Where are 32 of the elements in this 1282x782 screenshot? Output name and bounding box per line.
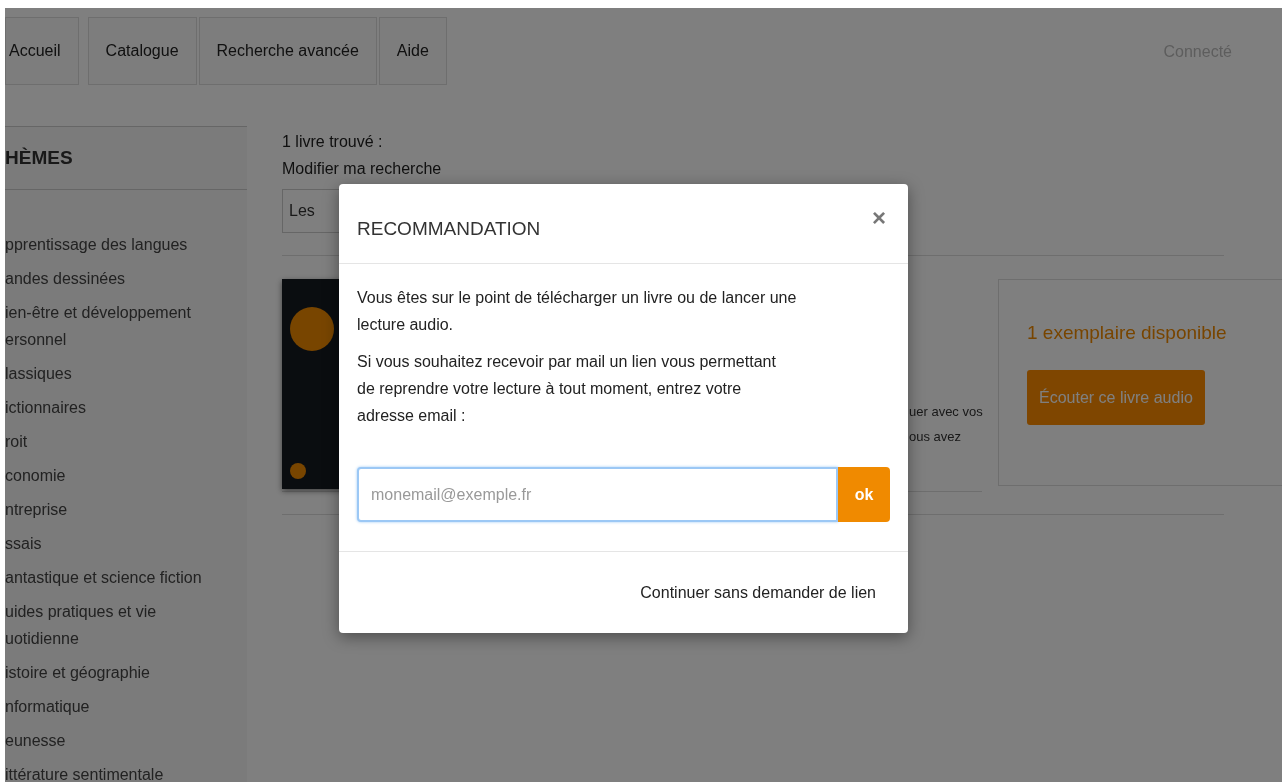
availability-text: 1 exemplaire disponible xyxy=(1027,322,1228,344)
ok-button[interactable]: ok xyxy=(838,467,890,522)
modify-search-link[interactable]: Modifier ma recherche xyxy=(282,155,1282,182)
result-count: 1 livre trouvé : xyxy=(282,132,384,152)
category-link[interactable]: uides pratiques et vie uotidienne xyxy=(5,595,247,656)
close-button[interactable]: × xyxy=(868,206,890,230)
category-link[interactable]: eunesse xyxy=(5,724,247,758)
category-link[interactable]: antastique et science fiction xyxy=(5,561,247,595)
category-link[interactable]: ntreprise xyxy=(5,493,247,527)
category-link[interactable]: conomie xyxy=(5,459,247,493)
nav-tab[interactable]: Accueil xyxy=(5,17,79,85)
dialog-text: Vous êtes sur le point de télécharger un livre ou de lancer une lecture audio. xyxy=(357,288,798,335)
category-link[interactable]: pprentissage des langues xyxy=(5,228,247,262)
category-link[interactable]: ittérature sentimentale xyxy=(5,758,247,782)
category-link[interactable]: ictionnaires xyxy=(5,391,247,425)
category-link[interactable]: andes dessinées xyxy=(5,262,247,296)
category-link[interactable]: roit xyxy=(5,425,247,459)
nav-tab[interactable]: Catalogue xyxy=(87,17,197,85)
category-link[interactable]: nformatique xyxy=(5,690,247,724)
category-link[interactable]: istoire et géographie xyxy=(5,656,247,690)
continue-without-link[interactable]: Continuer sans demander de lien xyxy=(640,584,876,602)
dialog-title: RECOMMANDATION xyxy=(357,218,541,240)
nav-tab[interactable]: Aide xyxy=(378,17,447,85)
email-input-field[interactable]: monemail@exemple.fr xyxy=(357,467,838,522)
category-link[interactable]: lassiques xyxy=(5,357,247,391)
category-link[interactable]: ssais xyxy=(5,527,247,561)
dialog-text: Si vous souhaitez recevoir par mail un lien vous permettant de reprendre votre lecture à tout moment, entrez votre adresse email : xyxy=(357,352,777,426)
nav-tab[interactable]: Recherche avancée xyxy=(198,17,377,85)
sidebar-title: HÈMES xyxy=(5,126,247,190)
category-link[interactable]: ien-être et développement ersonnel xyxy=(5,296,247,357)
listen-button[interactable]: Écouter ce livre audio xyxy=(1027,370,1205,425)
book-description: uer avec vos ous avez xyxy=(909,403,981,446)
